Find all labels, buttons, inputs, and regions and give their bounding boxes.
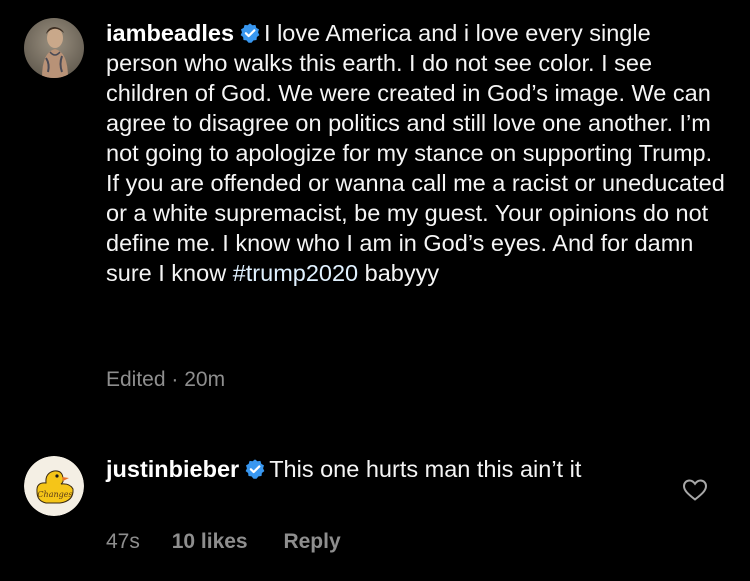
avatar[interactable] <box>24 18 84 78</box>
hashtag-link[interactable]: #trump2020 <box>233 260 358 286</box>
comment-text: justinbieber This one hurts man this ain’… <box>106 454 666 484</box>
avatar[interactable]: Changes <box>24 456 84 516</box>
like-heart-icon[interactable] <box>682 478 708 502</box>
verified-badge-icon <box>240 23 260 43</box>
comment-message: I love America and i love every single p… <box>106 20 725 286</box>
username[interactable]: iambeadles <box>106 20 234 46</box>
comment-body: justinbieber This one hurts man this ain’… <box>106 454 666 484</box>
duck-logo-icon: Changes <box>24 456 84 516</box>
comment-body: iambeadles I love America and i love ever… <box>106 18 726 288</box>
username[interactable]: justinbieber <box>106 456 239 482</box>
comment-time: 47s <box>106 530 140 553</box>
comment-message-end: babyyy <box>358 260 440 286</box>
likes-count[interactable]: 10 likes <box>172 530 248 553</box>
avatar-logo-text: Changes <box>37 490 72 499</box>
verified-badge-icon <box>245 459 265 479</box>
comment-meta: Edited · 20m <box>106 368 225 392</box>
comment-message: This one hurts man this ain’t it <box>269 456 582 482</box>
edited-timestamp: Edited · 20m <box>106 368 226 391</box>
reply-button[interactable]: Reply <box>283 530 340 553</box>
profile-photo-icon <box>24 18 84 78</box>
comment-meta: 47s 10 likes Reply <box>106 530 341 554</box>
comment-text: iambeadles I love America and i love ever… <box>106 18 726 288</box>
